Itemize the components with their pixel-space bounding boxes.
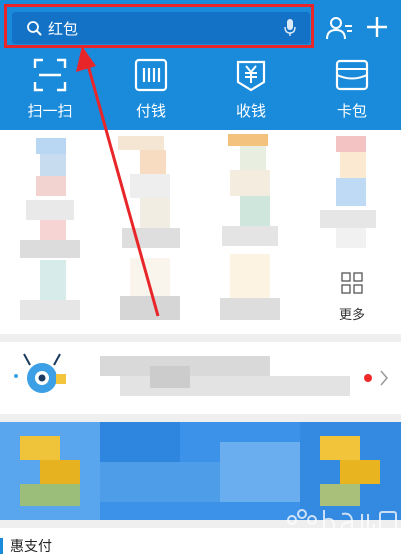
search-icon xyxy=(27,21,42,36)
quick-action-cards[interactable]: 卡包 xyxy=(312,58,392,121)
barcode-pay-icon xyxy=(134,58,168,92)
chevron-right-icon xyxy=(380,370,388,386)
quick-action-pay[interactable]: 付钱 xyxy=(111,58,191,121)
section-divider xyxy=(0,414,401,422)
notification-dot xyxy=(364,374,372,382)
quick-action-receive[interactable]: 收钱 xyxy=(211,58,291,121)
scan-icon xyxy=(33,58,67,92)
more-apps-label: 更多 xyxy=(338,308,365,323)
watermark-logo xyxy=(287,509,397,547)
quick-action-label: 收钱 xyxy=(235,102,266,120)
section-accent-bar xyxy=(0,538,3,554)
quick-action-label: 付钱 xyxy=(135,102,166,120)
search-input[interactable]: 红包 xyxy=(48,18,78,39)
quick-action-label: 扫一扫 xyxy=(27,102,73,120)
pixelated-notification-content xyxy=(14,353,388,396)
yuan-receive-icon xyxy=(236,60,266,92)
mascot-icon xyxy=(14,353,66,393)
quick-action-scan[interactable]: 扫一扫 xyxy=(10,58,90,121)
section-divider xyxy=(0,334,401,342)
wallet-card-icon xyxy=(335,59,369,91)
more-apps-button[interactable]: 更多 xyxy=(320,272,384,323)
section-title: 惠支付 xyxy=(10,539,52,555)
microphone-icon[interactable] xyxy=(283,19,297,37)
contacts-icon[interactable] xyxy=(325,15,353,41)
grid-more-icon xyxy=(341,272,363,294)
plus-icon[interactable] xyxy=(364,14,390,40)
promo-notification-row[interactable] xyxy=(0,342,401,414)
quick-action-label: 卡包 xyxy=(336,102,367,120)
